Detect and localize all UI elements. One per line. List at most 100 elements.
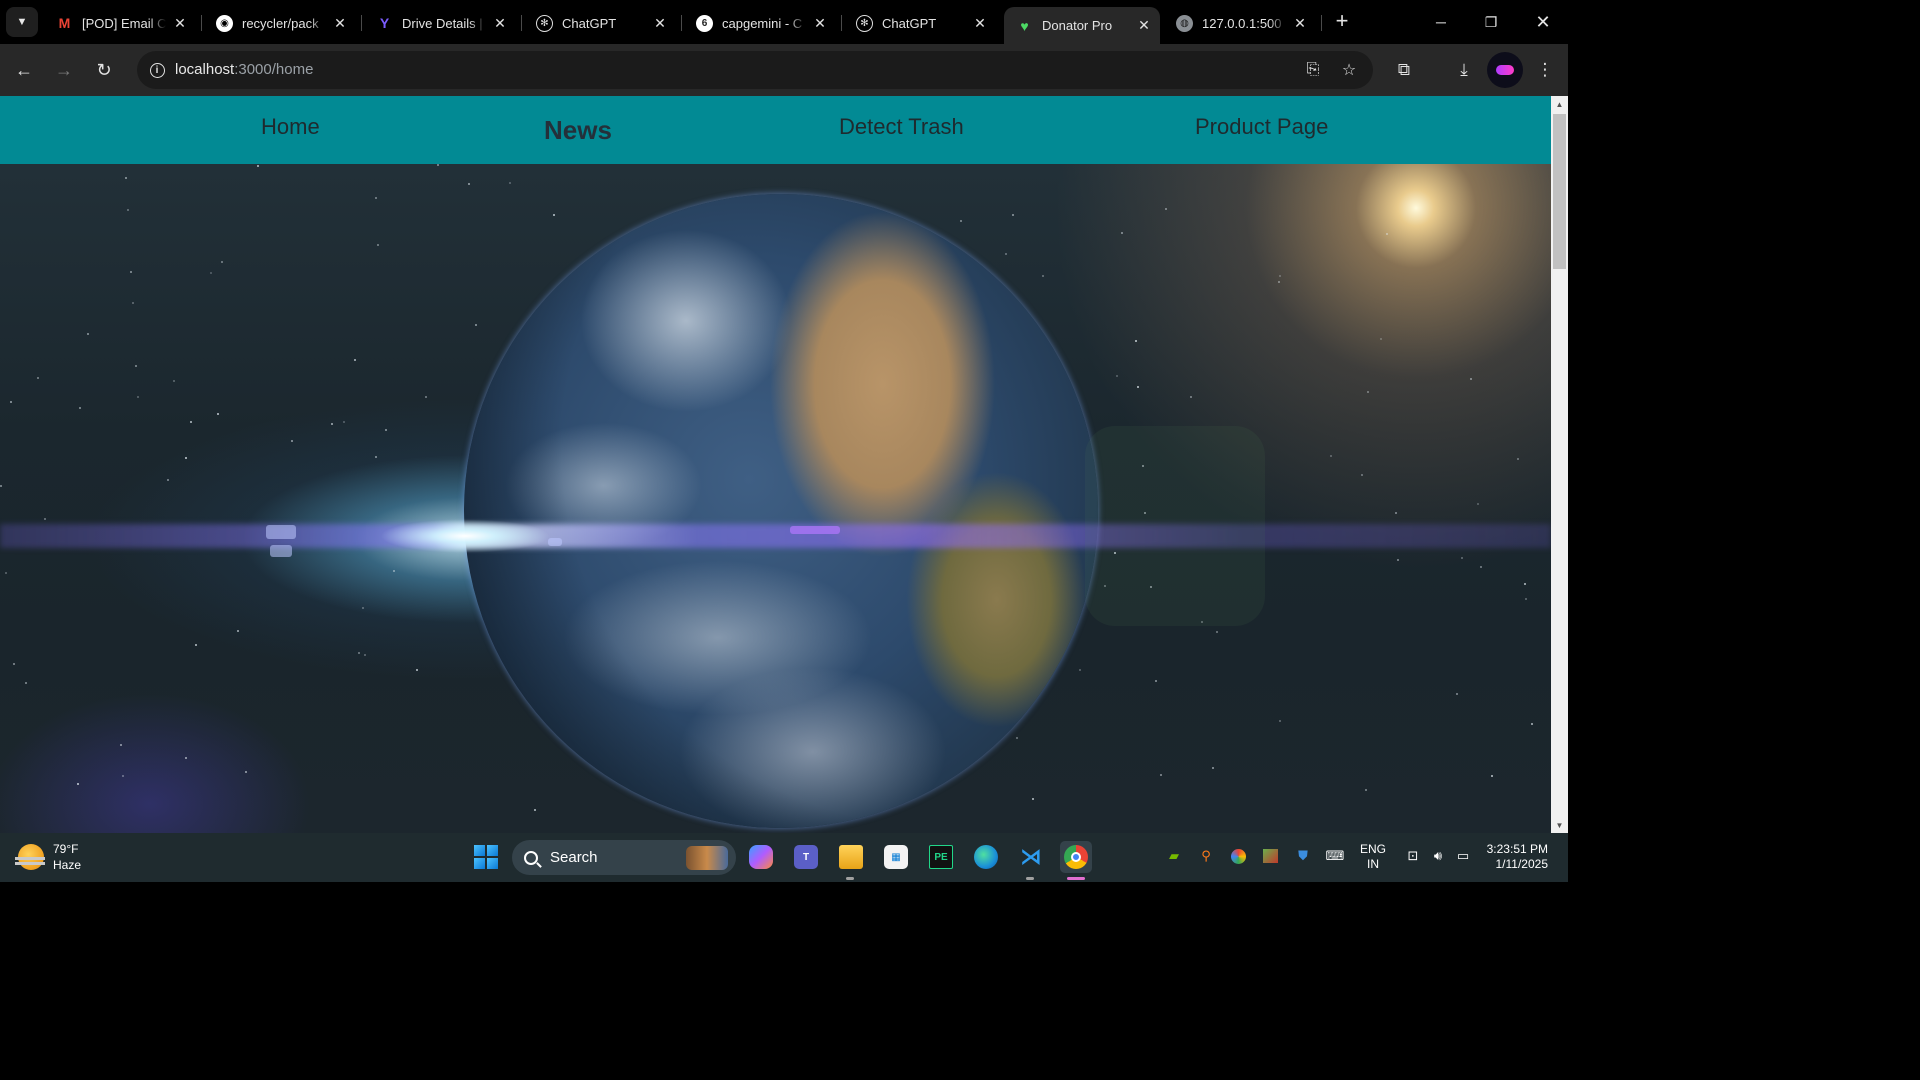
new-tab-plus-icon[interactable]: +	[1330, 10, 1354, 34]
file-explorer-icon[interactable]	[835, 841, 867, 873]
image-app-tray-icon[interactable]	[1261, 847, 1279, 865]
close-icon[interactable]: ✕	[332, 15, 348, 32]
star	[1005, 253, 1007, 255]
lens-flare-artifact	[790, 526, 840, 534]
url-path: :3000/home	[234, 61, 314, 78]
star	[185, 457, 187, 459]
star	[195, 644, 197, 646]
star	[1137, 386, 1139, 388]
github-icon: ◉	[216, 14, 233, 32]
star	[1395, 512, 1397, 514]
star	[87, 333, 89, 335]
star	[257, 165, 259, 167]
star	[1531, 723, 1533, 725]
tab-localhost-5000[interactable]: ◍ 127.0.0.1:500 ✕	[1164, 7, 1316, 39]
star	[167, 479, 169, 481]
nav-link-product-page[interactable]: Product Page	[1195, 96, 1328, 164]
close-icon[interactable]: ✕	[812, 15, 828, 32]
star	[135, 365, 137, 367]
tab-pod-email[interactable]: M [POD] Email C ✕	[44, 7, 196, 39]
window-close-icon[interactable]: ✕	[1518, 0, 1568, 44]
star	[377, 244, 379, 246]
extensions-puzzle-icon[interactable]: ⧉	[1391, 57, 1417, 83]
lens-flare-artifact	[266, 525, 296, 539]
language-indicator[interactable]: ENG IN	[1360, 842, 1386, 872]
vscode-icon[interactable]: ⋊	[1015, 841, 1047, 873]
star	[1278, 281, 1280, 283]
battery-icon[interactable]: ▭	[1454, 847, 1472, 865]
nvidia-tray-icon[interactable]: ▰	[1165, 847, 1183, 865]
clock-date: 1/11/2025	[1495, 857, 1549, 871]
taskbar-search-label: Search	[550, 849, 598, 866]
close-icon[interactable]: ✕	[1136, 17, 1152, 34]
address-bar[interactable]: i localhost:3000/home ⎘ ☆	[137, 51, 1373, 89]
nav-link-news[interactable]: News	[544, 96, 612, 164]
edge-icon[interactable]	[970, 841, 1002, 873]
star	[1517, 458, 1519, 460]
star	[291, 440, 293, 442]
close-icon[interactable]: ✕	[652, 15, 668, 32]
weather-widget[interactable]: 79°F Haze	[15, 841, 81, 873]
star	[190, 421, 192, 423]
nav-link-home[interactable]: Home	[261, 96, 320, 164]
install-app-icon[interactable]: ⎘	[1302, 60, 1324, 80]
profile-avatar[interactable]	[1487, 52, 1523, 88]
network-icon[interactable]: ⊡	[1404, 847, 1422, 865]
taskbar-search-box[interactable]: Search	[512, 840, 736, 875]
tab-donator-pro[interactable]: ♥ Donator Pro ✕	[1004, 7, 1160, 44]
tab-chatgpt-2[interactable]: ✻ ChatGPT ✕	[844, 7, 996, 39]
download-icon[interactable]: ⤓	[1451, 57, 1477, 83]
star	[1135, 340, 1137, 342]
chrome-icon[interactable]	[1060, 841, 1092, 873]
tab-drive-details[interactable]: Y Drive Details | ✕	[364, 7, 516, 39]
copilot-icon[interactable]	[745, 841, 777, 873]
gmail-icon: M	[58, 15, 71, 31]
earth-globe	[464, 194, 1098, 828]
star	[1525, 598, 1527, 600]
star	[1386, 233, 1388, 235]
scroll-up-arrow-icon[interactable]: ▲	[1551, 96, 1568, 112]
url-text[interactable]: localhost:3000/home	[175, 61, 313, 78]
forward-arrow-icon[interactable]: →	[50, 56, 78, 84]
security-shield-icon[interactable]: ⛊	[1294, 847, 1312, 865]
search-icon	[524, 850, 538, 865]
scroll-thumb[interactable]	[1553, 114, 1566, 269]
star	[354, 359, 356, 361]
tab-search-chevron-icon[interactable]: ▼	[6, 7, 38, 37]
site-info-icon[interactable]: i	[145, 58, 169, 82]
touch-keyboard-icon[interactable]: ⌨	[1326, 847, 1345, 865]
search-tool-tray-icon[interactable]: ⚲	[1197, 847, 1215, 865]
reload-icon[interactable]: ↻	[90, 56, 118, 84]
close-icon[interactable]: ✕	[972, 15, 988, 32]
nav-link-detect-trash[interactable]: Detect Trash	[839, 96, 964, 164]
scroll-down-arrow-icon[interactable]: ▼	[1551, 817, 1568, 833]
volume-icon[interactable]: 🔊︎	[1429, 847, 1447, 865]
chatgpt-icon: ✻	[536, 14, 553, 32]
star	[362, 607, 364, 609]
star	[1042, 275, 1044, 277]
close-icon[interactable]: ✕	[172, 15, 188, 32]
star	[1212, 767, 1214, 769]
close-icon[interactable]: ✕	[1292, 15, 1308, 32]
tab-capgemini[interactable]: 6 capgemini - C ✕	[684, 7, 836, 39]
bookmark-star-icon[interactable]: ☆	[1338, 60, 1360, 80]
page-scrollbar[interactable]: ▲ ▼	[1551, 96, 1568, 833]
pycharm-icon[interactable]: PE	[925, 841, 957, 873]
tab-chatgpt-1[interactable]: ✻ ChatGPT ✕	[524, 7, 676, 39]
more-menu-icon[interactable]: ⋮	[1532, 57, 1558, 83]
teams-icon[interactable]: T	[790, 841, 822, 873]
system-clock[interactable]: 3:23:51 PM 1/11/2025	[1482, 842, 1548, 872]
star	[13, 663, 15, 665]
restore-icon[interactable]: ❐	[1466, 0, 1516, 44]
tab-recycler-pack[interactable]: ◉ recycler/pack ✕	[204, 7, 356, 39]
color-app-tray-icon[interactable]	[1229, 847, 1247, 865]
tab-separator	[201, 15, 202, 31]
close-icon[interactable]: ✕	[492, 15, 508, 32]
star	[1032, 798, 1034, 800]
tab-title: Donator Pro	[1042, 18, 1113, 33]
back-arrow-icon[interactable]: ←	[10, 56, 38, 84]
start-windows-icon[interactable]	[470, 841, 502, 873]
microsoft-store-icon[interactable]: ▦	[880, 841, 912, 873]
star	[221, 261, 223, 263]
minimize-icon[interactable]: ─	[1416, 0, 1466, 44]
